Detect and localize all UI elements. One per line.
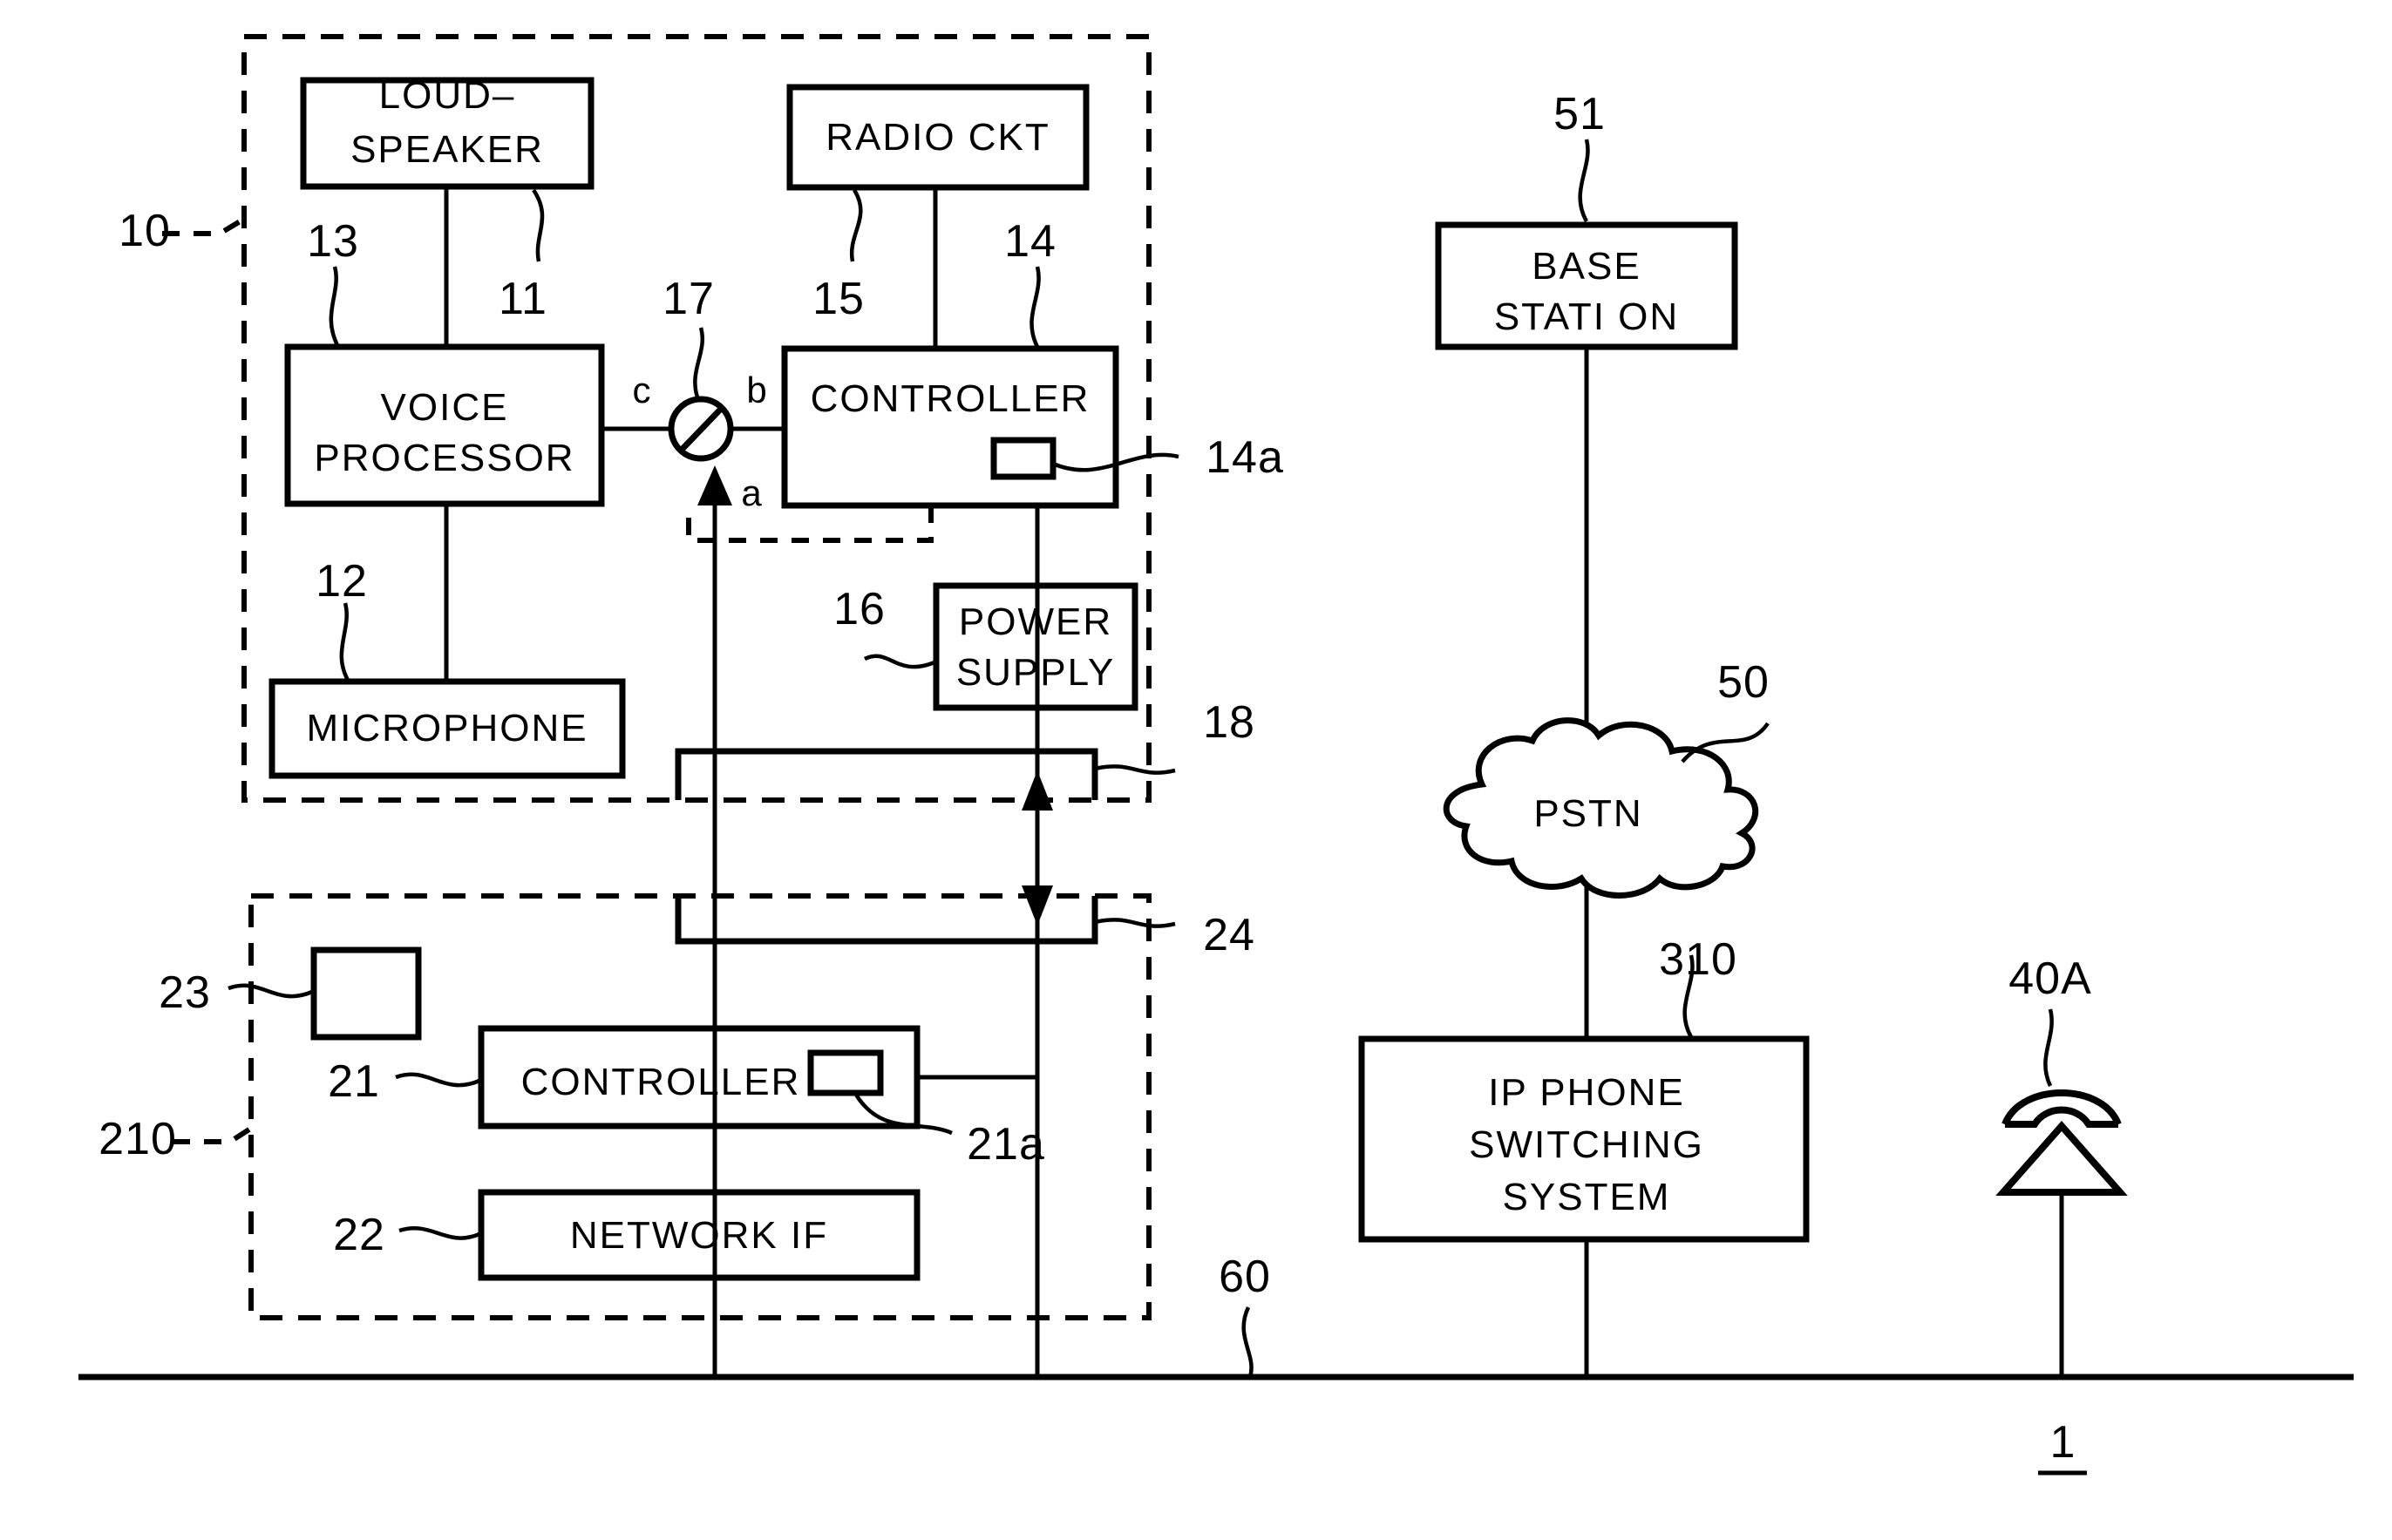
block-controller-top (781, 345, 1119, 509)
ref-51: 51 (1553, 89, 1606, 139)
ref-210: 210 (99, 1114, 177, 1164)
ip-switching-label-line3: SYSTEM (1503, 1176, 1671, 1218)
ref-21: 21 (328, 1056, 380, 1107)
arrowhead-coupling-up (1022, 770, 1053, 811)
power-supply-label-line1: POWER (959, 600, 1112, 643)
leader-10 (162, 215, 248, 236)
control-line-controller14-switch (686, 505, 934, 543)
ref-12: 12 (316, 556, 368, 607)
ip-switching-label-line2: SWITCHING (1469, 1123, 1704, 1166)
ref-18: 18 (1203, 697, 1255, 748)
ref-22: 22 (333, 1210, 385, 1260)
block-controller-top-memory (990, 437, 1057, 480)
ref-23: 23 (159, 967, 211, 1018)
leader-12 (339, 602, 350, 683)
leader-23 (228, 983, 313, 999)
ref-17: 17 (663, 274, 715, 324)
loudspeaker-label-line1: LOUD– (379, 74, 516, 117)
leader-18 (1094, 764, 1176, 775)
ref-16: 16 (833, 584, 886, 634)
arrowhead-coupling-down (1022, 885, 1053, 926)
ref-21a: 21a (967, 1119, 1045, 1170)
network-if-label: NETWORK IF (570, 1214, 828, 1257)
microphone-label: MICROPHONE (306, 707, 588, 750)
voice-processor-label-line2: PROCESSOR (314, 437, 574, 479)
leader-16 (863, 654, 935, 669)
ip-switching-label-line1: IP PHONE (1488, 1071, 1684, 1114)
leader-21 (395, 1072, 480, 1088)
voice-processor-label-line1: VOICE (381, 386, 509, 429)
leader-40a (2043, 1008, 2054, 1087)
pstn-label: PSTN (1533, 792, 1642, 835)
leader-60 (1241, 1306, 1254, 1378)
telephone-body-icon (1995, 1120, 2128, 1196)
ref-14a: 14a (1206, 432, 1284, 483)
switch-terminal-c: c (633, 370, 651, 410)
power-supply-label-line2: SUPPLY (956, 651, 1115, 694)
leader-24 (1094, 918, 1176, 928)
leader-51 (1578, 139, 1590, 223)
ref-60: 60 (1219, 1252, 1271, 1302)
ref-14: 14 (1004, 216, 1057, 267)
ref-40a: 40A (2008, 953, 2092, 1004)
controller-top-label: CONTROLLER (811, 377, 1091, 420)
switch-terminal-b: b (746, 370, 766, 410)
leader-14 (1030, 266, 1041, 349)
base-station-label-line1: BASE (1532, 245, 1641, 288)
controller-bottom-label: CONTROLLER (521, 1061, 801, 1103)
leader-17 (693, 327, 704, 398)
arrowhead-switch-a (697, 465, 732, 505)
ref-15: 15 (812, 274, 865, 324)
ref-310: 310 (1659, 934, 1737, 985)
figure-number: 1 (2050, 1417, 2076, 1468)
ref-50: 50 (1717, 657, 1770, 708)
leader-15 (849, 188, 863, 262)
block-23 (310, 946, 422, 1041)
ref-24: 24 (1203, 910, 1255, 960)
leader-22 (398, 1226, 480, 1240)
leader-13 (329, 266, 340, 349)
figure-canvas: LOUD– SPEAKER 11 VOICE PROCESSOR 13 MICR… (0, 0, 2392, 1540)
base-station-label-line2: STATI ON (1494, 295, 1679, 338)
leader-210 (173, 1123, 256, 1144)
ref-10: 10 (119, 206, 171, 256)
block-controller-bottom-memory (807, 1049, 884, 1096)
patent-diagram: LOUD– SPEAKER 11 VOICE PROCESSOR 13 MICR… (78, 34, 2354, 1476)
leader-11 (532, 188, 545, 262)
switch-terminal-a: a (741, 472, 762, 513)
ref-13: 13 (307, 216, 359, 267)
ref-11: 11 (499, 274, 547, 324)
loudspeaker-label-line2: SPEAKER (350, 128, 544, 171)
radio-ckt-label: RADIO CKT (826, 116, 1050, 159)
